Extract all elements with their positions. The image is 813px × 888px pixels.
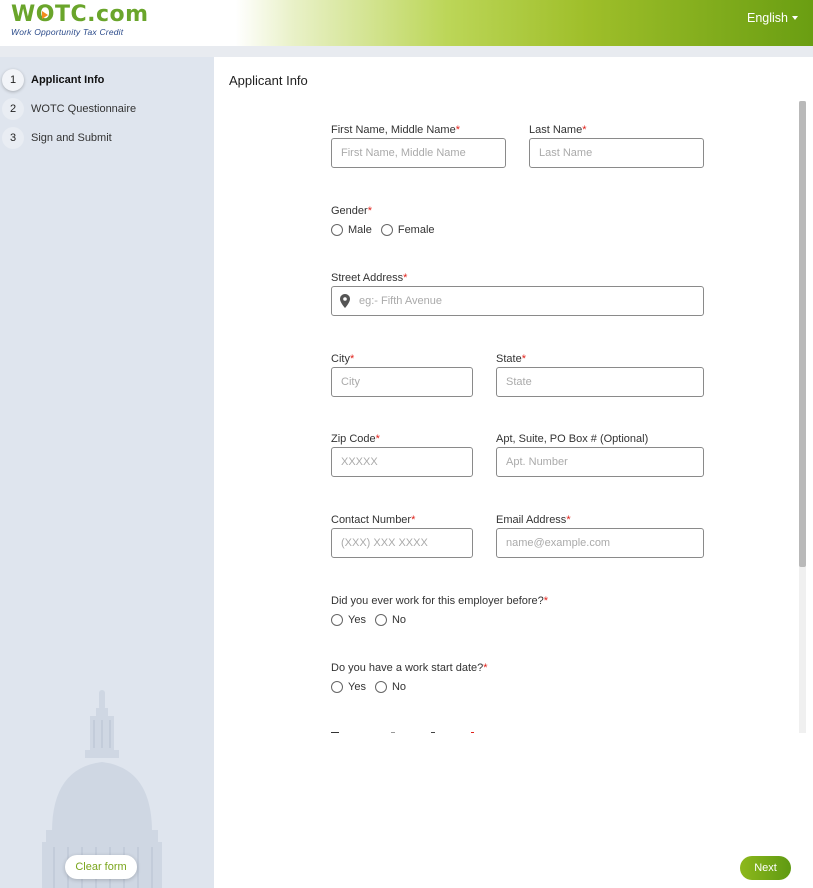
wotc-logo[interactable]: WO TC.com Work Opportunity Tax Credit	[11, 2, 149, 38]
main-panel: Applicant Info First Name, Middle Name* …	[214, 57, 813, 888]
contact-number-field: Contact Number* (XXX) XXX XXXX	[331, 514, 473, 558]
first-name-field: First Name, Middle Name* First Name, Mid…	[331, 124, 506, 168]
contact-number-input[interactable]: (XXX) XXX XXXX	[331, 528, 473, 558]
first-name-label: First Name, Middle Name*	[331, 124, 460, 136]
radio-circle[interactable]	[374, 614, 387, 626]
step-label: Sign and Submit	[31, 132, 112, 144]
worked-before-radio-no[interactable]: No	[374, 614, 406, 626]
worked-before-radio-group: Yes No	[331, 614, 548, 626]
gender-label: Gender*	[331, 205, 372, 217]
street-address-placeholder: eg:- Fifth Avenue	[359, 295, 442, 307]
start-date-radio-no[interactable]: No	[374, 681, 406, 693]
step-number: 3	[2, 127, 24, 149]
gender-field: Gender* Male Female	[331, 205, 444, 236]
gender-radio-group: Male Female	[331, 224, 444, 236]
radio-circle[interactable]	[374, 681, 387, 693]
sidebar: 1 Applicant Info 2 WOTC Questionnaire 3 …	[0, 57, 214, 888]
state-field: State* State	[496, 353, 704, 397]
worked-before-radio-yes[interactable]: Yes	[331, 614, 366, 626]
step-number: 2	[2, 98, 24, 120]
radio-circle[interactable]	[331, 224, 343, 236]
contact-number-label: Contact Number*	[331, 514, 416, 526]
start-date-label: Do you have a work start date?*	[331, 662, 488, 674]
radio-circle[interactable]	[331, 614, 343, 626]
page-title: Applicant Info	[229, 73, 308, 88]
last-name-input[interactable]: Last Name	[529, 138, 704, 168]
city-label: City*	[331, 353, 355, 365]
apt-label: Apt, Suite, PO Box # (Optional)	[496, 433, 649, 445]
email-field: Email Address* name@example.com	[496, 514, 704, 558]
start-date-field: Do you have a work start date?* Yes No	[331, 662, 488, 693]
start-date-radio-group: Yes No	[331, 681, 488, 693]
step-number: 1	[2, 69, 24, 91]
zip-code-field: Zip Code* XXXXX	[331, 433, 473, 477]
clipped-next-field-label	[331, 731, 481, 733]
worked-before-field: Did you ever work for this employer befo…	[331, 595, 548, 626]
play-icon	[41, 11, 48, 19]
first-name-input[interactable]: First Name, Middle Name	[331, 138, 506, 168]
form-scroll-area: First Name, Middle Name* First Name, Mid…	[214, 101, 813, 733]
gender-radio-female[interactable]: Female	[380, 224, 435, 236]
step-label: Applicant Info	[31, 74, 105, 86]
city-input[interactable]: City	[331, 367, 473, 397]
email-input[interactable]: name@example.com	[496, 528, 704, 558]
radio-circle[interactable]	[331, 681, 343, 693]
street-address-field: Street Address* eg:- Fifth Avenue	[331, 272, 704, 316]
clear-form-button[interactable]: Clear form	[65, 855, 137, 879]
street-address-label: Street Address*	[331, 272, 408, 284]
radio-circle[interactable]	[380, 224, 393, 236]
city-field: City* City	[331, 353, 473, 397]
app-header: WO TC.com Work Opportunity Tax Credit Eng…	[0, 0, 813, 46]
sidebar-step-wotc-questionnaire[interactable]: 2 WOTC Questionnaire	[2, 98, 136, 120]
last-name-label: Last Name*	[529, 124, 587, 136]
zip-code-input[interactable]: XXXXX	[331, 447, 473, 477]
scrollbar-thumb[interactable]	[799, 101, 806, 567]
gender-radio-male[interactable]: Male	[331, 224, 372, 236]
language-label: English	[747, 11, 788, 25]
street-address-input[interactable]: eg:- Fifth Avenue	[331, 286, 704, 316]
logo-wordmark: WO TC.com	[11, 2, 149, 27]
apt-field: Apt, Suite, PO Box # (Optional) Apt. Num…	[496, 433, 704, 477]
logo-play-o: O	[35, 2, 55, 27]
state-label: State*	[496, 353, 526, 365]
map-pin-icon	[340, 294, 350, 308]
next-button[interactable]: Next	[740, 856, 791, 880]
sidebar-step-sign-and-submit[interactable]: 3 Sign and Submit	[2, 127, 112, 149]
sidebar-step-applicant-info[interactable]: 1 Applicant Info	[2, 69, 104, 91]
logo-subtitle: Work Opportunity Tax Credit	[11, 27, 124, 37]
state-input[interactable]: State	[496, 367, 704, 397]
email-label: Email Address*	[496, 514, 571, 526]
chevron-down-icon	[792, 16, 798, 20]
step-label: WOTC Questionnaire	[31, 103, 137, 115]
worked-before-label: Did you ever work for this employer befo…	[331, 595, 549, 607]
apt-input[interactable]: Apt. Number	[496, 447, 704, 477]
form-scrollbar[interactable]	[799, 101, 806, 733]
zip-code-label: Zip Code*	[331, 433, 380, 445]
header-divider-strip	[0, 46, 813, 57]
language-dropdown[interactable]: English	[747, 11, 798, 25]
last-name-field: Last Name* Last Name	[529, 124, 704, 168]
start-date-radio-yes[interactable]: Yes	[331, 681, 366, 693]
